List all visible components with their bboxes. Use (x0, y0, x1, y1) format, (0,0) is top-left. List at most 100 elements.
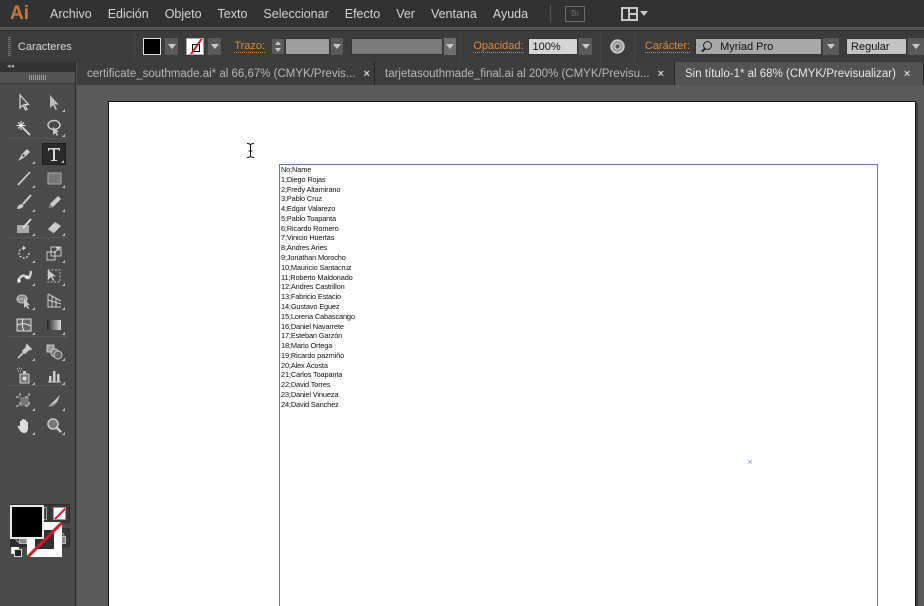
opacity-input[interactable]: 100% (527, 38, 579, 55)
magic-wand-tool[interactable] (12, 116, 36, 138)
character-label[interactable]: Carácter: (644, 40, 691, 53)
menu-efecto[interactable]: Efecto (337, 0, 388, 27)
document-tab-1[interactable]: certificate_southmade.ai* al 66,67% (CMY… (77, 62, 375, 85)
canvas-area[interactable]: No;Name 1;Diego Rojas 2;Fredy Altamirano 3;… (77, 85, 924, 606)
symbol-sprayer-tool[interactable] (12, 364, 36, 386)
stroke-label[interactable]: Trazo: (234, 40, 266, 53)
selection-tool[interactable] (12, 91, 36, 113)
submenu-indicator (62, 283, 65, 286)
type-tool[interactable] (42, 143, 66, 165)
artboard-icon (16, 393, 32, 409)
hand-tool[interactable] (12, 414, 36, 436)
font-style-input[interactable]: Regular (846, 38, 907, 55)
menu-archivo[interactable]: Archivo (42, 0, 100, 27)
recolor-artwork-icon (609, 39, 625, 54)
puppet-warp-icon (16, 270, 33, 283)
artboard-tool[interactable] (12, 390, 36, 412)
column-graph-tool[interactable] (42, 364, 66, 386)
tool-group-divider (8, 385, 68, 386)
text-line: 10;Mauricio Santacruz (281, 262, 352, 272)
tool-group-divider (8, 237, 68, 238)
document-tab-bar: certificate_southmade.ai* al 66,67% (CMY… (77, 62, 924, 85)
menu-texto[interactable]: Texto (210, 0, 256, 27)
fill-dropdown-button[interactable] (164, 38, 179, 55)
text-line: 7;Vinicio Huertas (281, 233, 335, 243)
close-icon[interactable]: × (658, 68, 664, 80)
gradient-tool[interactable] (42, 314, 66, 336)
pencil-tool[interactable] (42, 191, 66, 213)
font-family-dropdown-button[interactable] (821, 38, 840, 55)
opacity-dropdown-button[interactable] (578, 38, 592, 55)
mesh-icon (16, 318, 32, 332)
tab-label: Sin título-1* al 68% (CMYK/Previsualizar… (685, 67, 896, 80)
rectangle-icon (47, 172, 62, 185)
fill-swatch[interactable] (143, 38, 162, 55)
tool-group-divider (8, 138, 68, 139)
font-style-dropdown-button[interactable] (906, 38, 924, 55)
eyedropper-tool[interactable] (12, 340, 36, 362)
menu-objeto[interactable]: Objeto (157, 0, 210, 27)
recolor-artwork-button[interactable] (601, 39, 634, 54)
stroke-weight-stepper[interactable] (271, 38, 285, 55)
menu-ventana[interactable]: Ventana (423, 0, 485, 27)
blend-tool[interactable] (42, 340, 66, 362)
stroke-swatch[interactable] (186, 38, 205, 55)
artboard[interactable]: No;Name 1;Diego Rojas 2;Fredy Altamirano 3;… (108, 101, 916, 606)
free-transform-tool[interactable] (42, 265, 66, 287)
submenu-indicator (32, 283, 35, 286)
none-icon (53, 507, 67, 520)
eraser-tool[interactable] (42, 215, 66, 237)
blob-brush-tool[interactable] (12, 215, 36, 237)
workspace-switcher-button[interactable] (621, 6, 649, 21)
close-icon[interactable]: × (904, 68, 910, 80)
text-line: 8;Andres Aries (281, 243, 327, 253)
zoom-tool[interactable] (42, 414, 66, 436)
brush-profile-dropdown-button[interactable] (442, 38, 457, 55)
stepper-down-icon[interactable] (274, 48, 281, 53)
submenu-indicator (32, 185, 35, 188)
paintbrush-tool[interactable] (12, 191, 36, 213)
none-mode-button[interactable] (50, 505, 69, 522)
lasso-icon (47, 119, 61, 136)
stroke-dropdown-button[interactable] (207, 38, 222, 55)
perspective-grid-tool[interactable] (42, 289, 66, 311)
close-icon[interactable]: × (363, 68, 369, 80)
puppet-warp-tool[interactable] (12, 265, 36, 287)
text-line: 24;David Sanchez (281, 399, 339, 409)
submenu-indicator (62, 185, 65, 188)
text-line: 3;Pablo Cruz (281, 194, 322, 204)
hand-icon (17, 419, 28, 433)
panel-grip-handle[interactable] (8, 36, 11, 57)
text-line: 18;Mario Ortega (281, 341, 333, 351)
document-tab-2[interactable]: tarjetasouthmade_final.ai al 200% (CMYK/… (375, 62, 675, 85)
shape-builder-tool[interactable] (12, 289, 36, 311)
line-segment-tool[interactable] (12, 167, 36, 189)
stepper-up-icon[interactable] (274, 40, 281, 45)
rectangle-tool[interactable] (42, 167, 66, 189)
center-point-icon: × (747, 458, 753, 466)
bridge-button[interactable]: Br (565, 5, 586, 22)
menu-edicion[interactable]: Edición (100, 0, 157, 27)
direct-selection-tool[interactable] (42, 91, 66, 113)
submenu-indicator (32, 432, 35, 435)
text-frame[interactable]: No;Name 1;Diego Rojas 2;Fredy Altamirano 3;… (279, 164, 878, 606)
default-fill-stroke-icon[interactable] (11, 546, 22, 557)
slice-tool[interactable] (42, 390, 66, 412)
lasso-tool[interactable] (42, 116, 66, 138)
mesh-tool[interactable] (12, 314, 36, 336)
rotate-tool[interactable] (12, 242, 36, 264)
document-tab-3[interactable]: Sin título-1* al 68% (CMYK/Previsualizar… (675, 62, 924, 85)
scale-tool[interactable] (42, 242, 66, 264)
brush-profile-select[interactable] (351, 38, 443, 55)
menu-ayuda[interactable]: Ayuda (485, 0, 536, 27)
zoom-icon (47, 418, 62, 433)
stroke-weight-dropdown-button[interactable] (329, 38, 344, 55)
menu-seleccionar[interactable]: Seleccionar (255, 0, 336, 27)
pen-tool[interactable] (12, 143, 36, 165)
menu-ver[interactable]: Ver (388, 0, 423, 27)
stroke-weight-input[interactable] (284, 38, 330, 55)
fill-color-box[interactable] (10, 505, 44, 539)
opacity-label[interactable]: Opacidad: (473, 40, 524, 53)
font-family-input[interactable]: Myriad Pro (695, 38, 822, 55)
text-content[interactable]: No;Name 1;Diego Rojas 2;Fredy Altamirano 3;… (281, 165, 355, 410)
